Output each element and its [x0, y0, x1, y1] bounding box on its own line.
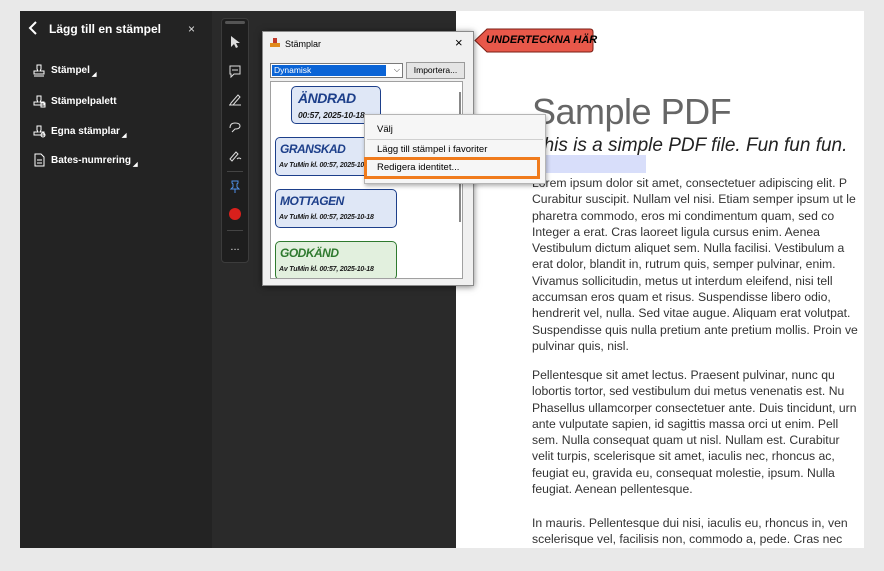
stamp-name: GODKÄND [280, 246, 339, 260]
select-arrow-icon [231, 36, 240, 48]
highlight-frame [364, 157, 540, 179]
panel-item-stamp-palette[interactable]: Stämpelpalett [32, 92, 117, 110]
import-button[interactable]: Importera... [406, 62, 465, 79]
document-icon [34, 153, 45, 167]
panel-item-label: Stämpelpalett [51, 95, 117, 107]
panel-title: Lägg till en stämpel [49, 22, 162, 36]
stamp-name: GRANSKAD [280, 142, 346, 156]
select-tool[interactable] [226, 33, 244, 51]
stamp-detail: Av TuMin kl. 00:57, 2025-10-18 [279, 214, 374, 221]
document-subtitle: This is a simple PDF file. Fun fun fun. [532, 135, 848, 156]
pin-icon [229, 180, 241, 193]
menu-item-select[interactable]: Välj [377, 124, 393, 135]
eraser-tool[interactable] [226, 118, 244, 136]
stamp-item[interactable]: GODKÄND Av TuMin kl. 00:57, 2025-10-18 [275, 241, 397, 278]
paragraph: Pellentesque sit amet lectus. Praesent p… [532, 368, 857, 497]
comment-tool[interactable] [226, 62, 244, 80]
close-icon[interactable]: × [188, 22, 195, 36]
dialog-title: Stämplar [285, 39, 322, 49]
stamp-item[interactable]: MOTTAGEN Av TuMin kl. 00:57, 2025-10-18 [275, 189, 397, 228]
stamp-side-panel: Lägg till en stämpel × Stämpel ◢ Stämpel… [20, 11, 212, 548]
stamp-icon [33, 64, 45, 77]
paragraph: Lorem ipsum dolor sit amet, consectetuer… [532, 176, 858, 353]
panel-item-label: Egna stämplar [51, 125, 120, 137]
more-tools[interactable]: ... [226, 238, 244, 256]
toolbar-divider [227, 230, 243, 231]
panel-item-label: Stämpel [51, 64, 90, 76]
category-select[interactable]: Dynamisk ⌵ [270, 63, 403, 78]
text-highlight [532, 155, 646, 173]
comment-icon [229, 65, 241, 78]
panel-item-custom-stamps[interactable]: Egna stämplar ◢ [32, 122, 127, 140]
annotation-toolbar: ... [221, 18, 249, 263]
stamp-detail: Av TuMin kl. 00:57, 2025-10-18 [279, 162, 374, 169]
pdf-page: Sample PDF This is a simple PDF file. Fu… [456, 11, 864, 548]
chevron-down-icon: ⌵ [393, 65, 400, 74]
pen-icon [229, 94, 241, 106]
toolbar-divider [227, 171, 243, 172]
stamp-palette-icon [33, 95, 46, 108]
toolbar-grip[interactable] [225, 21, 245, 24]
menu-separator [367, 139, 543, 140]
submenu-marker-icon: ◢ [91, 71, 97, 78]
dialog-close-icon[interactable]: × [455, 35, 463, 50]
pin-tool[interactable] [226, 178, 244, 196]
signature-icon [229, 151, 242, 162]
eraser-icon [229, 122, 241, 133]
submenu-marker-icon: ◢ [121, 132, 127, 139]
stamp-name: ÄNDRAD [298, 90, 356, 106]
stamp-detail: 00:57, 2025-10-18 [298, 110, 365, 120]
stamp-detail: Av TuMin kl. 00:57, 2025-10-18 [279, 266, 374, 273]
panel-item-label: Bates-numrering [51, 154, 132, 166]
paragraph: In mauris. Pellentesque dui nisi, iaculi… [532, 516, 848, 547]
more-icon: ... [230, 241, 240, 253]
custom-stamps-icon [33, 125, 46, 138]
color-picker[interactable] [226, 205, 244, 223]
category-selected-value: Dynamisk [272, 65, 386, 76]
stamp-app-icon [270, 38, 280, 47]
document-title: Sample PDF [532, 91, 732, 132]
back-arrow-icon[interactable] [28, 21, 38, 35]
color-swatch-icon [229, 208, 241, 220]
pen-tool[interactable] [226, 90, 244, 108]
panel-item-stamp[interactable]: Stämpel ◢ [32, 61, 97, 79]
menu-item-add-to-favorites[interactable]: Lägg till stämpel i favoriter [377, 144, 487, 155]
panel-item-bates-numbering[interactable]: Bates-numrering ◢ [32, 151, 138, 169]
callout-text: UNDERTECKNA HÄR [486, 34, 598, 46]
submenu-marker-icon: ◢ [133, 161, 138, 168]
signature-tool[interactable] [226, 146, 244, 164]
stamp-name: MOTTAGEN [280, 194, 344, 208]
